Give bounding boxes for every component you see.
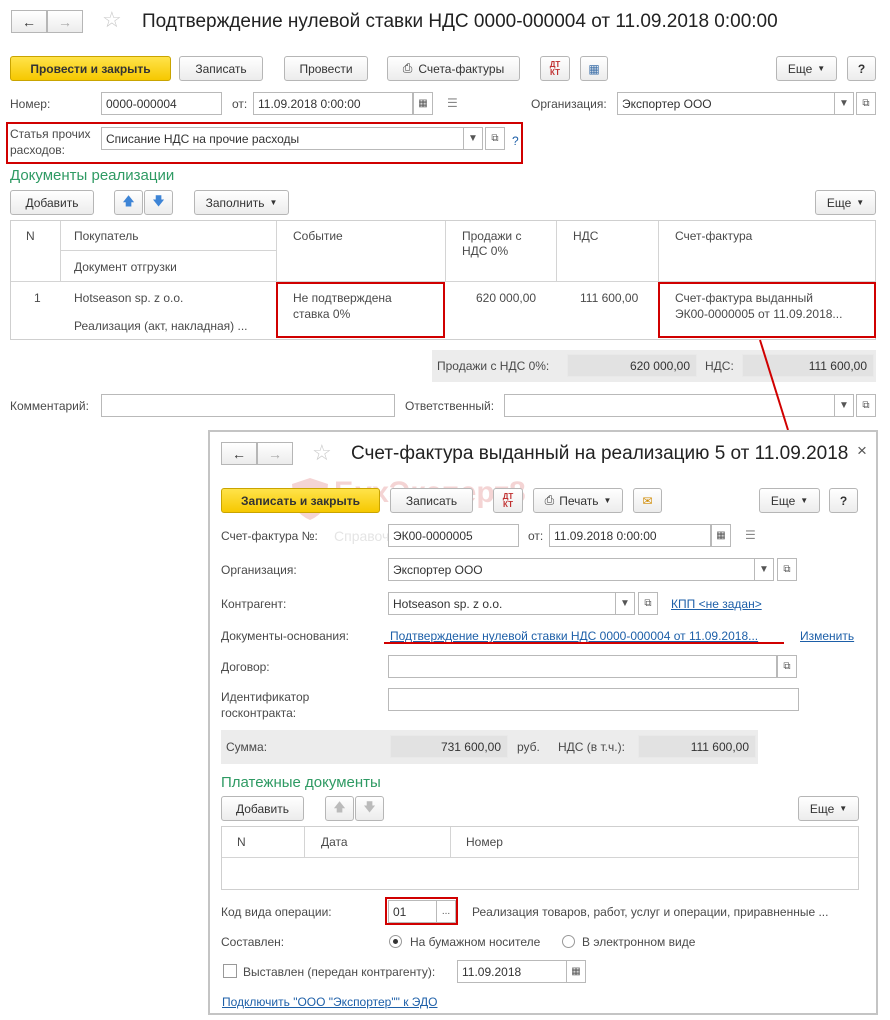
print-button[interactable]: ⎙ Печать ▼: [533, 488, 623, 513]
invoice-save-button[interactable]: Записать: [390, 488, 473, 513]
save-and-close-button[interactable]: Записать и закрыть: [221, 488, 380, 513]
chevron-down-icon: ▼: [800, 496, 809, 505]
arrow-down-icon: 🡇: [363, 800, 376, 814]
invoice-calendar-icon[interactable]: ▦: [711, 524, 731, 547]
invoice-org-open-icon[interactable]: ⧉: [777, 558, 797, 581]
payments-title: Платежные документы: [221, 774, 381, 791]
contractor-field[interactable]: Hotseason sp. z o.o.: [388, 592, 616, 615]
gov-contract-field[interactable]: [388, 688, 799, 711]
contract-field[interactable]: [388, 655, 777, 678]
kpp-link[interactable]: КПП <не задан>: [671, 597, 762, 611]
invoice-date-label: от:: [528, 529, 544, 543]
contractor-open-icon[interactable]: ⧉: [638, 592, 658, 615]
operation-code-highlight: [385, 897, 458, 925]
invoice-vat-value: 111 600,00: [638, 735, 756, 758]
payments-table: [221, 826, 859, 890]
sum-label: Сумма:: [226, 740, 268, 754]
edo-link[interactable]: Подключить "ООО "Экспортер"" к ЭДО: [222, 995, 437, 1009]
arrow-up-icon: 🡅: [333, 800, 346, 814]
paper-radio[interactable]: [389, 935, 402, 948]
invoice-help-button[interactable]: ?: [829, 488, 858, 513]
invoice-org-label: Организация:: [221, 563, 297, 577]
invoice-date-field[interactable]: 11.09.2018 0:00:00: [549, 524, 711, 547]
invoice-vat-label: НДС (в т.ч.):: [558, 740, 625, 754]
gov-contract-label-line1: Идентификатор: [221, 690, 310, 704]
arrow-right-icon: →: [268, 445, 282, 462]
email-button[interactable]: ✉: [633, 488, 662, 513]
invoice-forward-button[interactable]: →: [257, 442, 293, 465]
operation-code-label: Код вида операции:: [221, 905, 332, 919]
invoice-back-button[interactable]: ←: [221, 442, 257, 465]
invoice-dt-kt-icon[interactable]: ДТ КТ: [493, 488, 523, 513]
paper-radio-label[interactable]: На бумажном носителе: [410, 935, 540, 949]
invoice-org-field[interactable]: Экспортер ООО: [388, 558, 755, 581]
invoice-number-field[interactable]: ЭК00-0000005: [388, 524, 519, 547]
payments-up-button[interactable]: 🡅: [325, 796, 354, 821]
pay-col-date[interactable]: Дата: [321, 834, 348, 850]
envelope-icon: ✉: [642, 493, 653, 508]
invoice-more-button-label: Еще: [770, 493, 796, 508]
issued-calendar-icon[interactable]: ▦: [566, 960, 586, 983]
table-divider: [450, 827, 451, 857]
table-divider: [222, 857, 858, 858]
contractor-dropdown-icon[interactable]: ▼: [615, 592, 635, 615]
invoice-comment-icon[interactable]: ☰: [745, 528, 756, 542]
change-link[interactable]: Изменить: [800, 629, 854, 643]
currency-label: руб.: [517, 740, 540, 754]
payments-more-label: Еще: [809, 801, 835, 816]
arrow-left-icon: ←: [232, 445, 246, 462]
printer-icon: ⎙: [544, 493, 555, 507]
made-label: Составлен:: [221, 935, 285, 949]
print-button-label: Печать: [559, 493, 599, 508]
pay-col-n[interactable]: N: [237, 834, 246, 850]
issued-label[interactable]: Выставлен (передан контрагенту):: [243, 965, 435, 979]
invoice-number-label: Счет-фактура №:: [221, 529, 318, 543]
pay-col-number[interactable]: Номер: [466, 834, 503, 850]
sum-value: 731 600,00: [390, 735, 508, 758]
payments-more-button[interactable]: Еще ▼: [798, 796, 859, 821]
operation-code-description: Реализация товаров, работ, услуг и опера…: [472, 905, 829, 919]
close-icon[interactable]: ×: [857, 441, 867, 461]
invoice-more-button[interactable]: Еще ▼: [759, 488, 820, 513]
invoice-favorite-star-icon[interactable]: ☆: [312, 440, 332, 466]
basis-underline-highlight: [384, 642, 784, 644]
gov-contract-label-line2: госконтракта:: [221, 706, 297, 720]
payments-add-button[interactable]: Добавить: [221, 796, 304, 821]
electronic-radio-label[interactable]: В электронном виде: [582, 935, 695, 949]
chevron-down-icon: ▼: [603, 496, 612, 505]
issued-date-field[interactable]: 11.09.2018: [457, 960, 567, 983]
contract-label: Договор:: [221, 660, 270, 674]
contract-open-icon[interactable]: ⧉: [777, 655, 797, 678]
chevron-down-icon: ▼: [839, 804, 848, 813]
basis-docs-link[interactable]: Подтверждение нулевой ставки НДС 0000-00…: [390, 629, 758, 643]
electronic-radio[interactable]: [562, 935, 575, 948]
table-divider: [304, 827, 305, 857]
payments-down-button[interactable]: 🡇: [355, 796, 384, 821]
contractor-label: Контрагент:: [221, 597, 287, 611]
invoice-org-dropdown-icon[interactable]: ▼: [754, 558, 774, 581]
basis-docs-label: Документы-основания:: [221, 629, 349, 643]
issued-checkbox[interactable]: [223, 964, 237, 978]
invoice-title: Счет-фактура выданный на реализацию 5 от…: [351, 443, 849, 464]
